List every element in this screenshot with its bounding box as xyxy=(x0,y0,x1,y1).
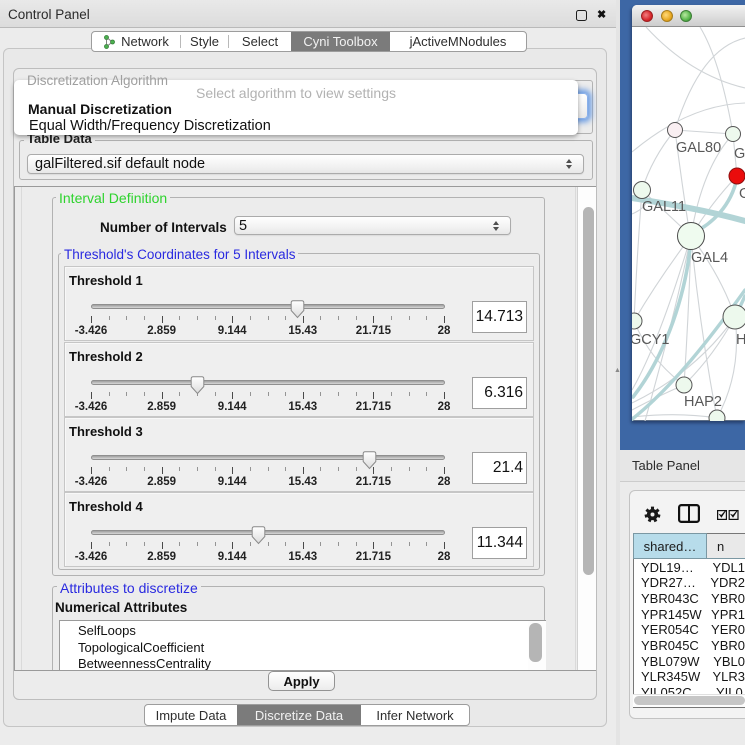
svg-text:GAL11: GAL11 xyxy=(642,199,686,215)
svg-text:HAP2: HAP2 xyxy=(684,394,722,410)
svg-text:H: H xyxy=(736,332,745,348)
svg-text:G: G xyxy=(739,186,745,202)
svg-text:GCY1: GCY1 xyxy=(632,332,670,348)
svg-text:G…: G… xyxy=(734,146,745,162)
svg-text:GAL80: GAL80 xyxy=(676,140,721,156)
svg-text:GAL4: GAL4 xyxy=(691,250,728,266)
